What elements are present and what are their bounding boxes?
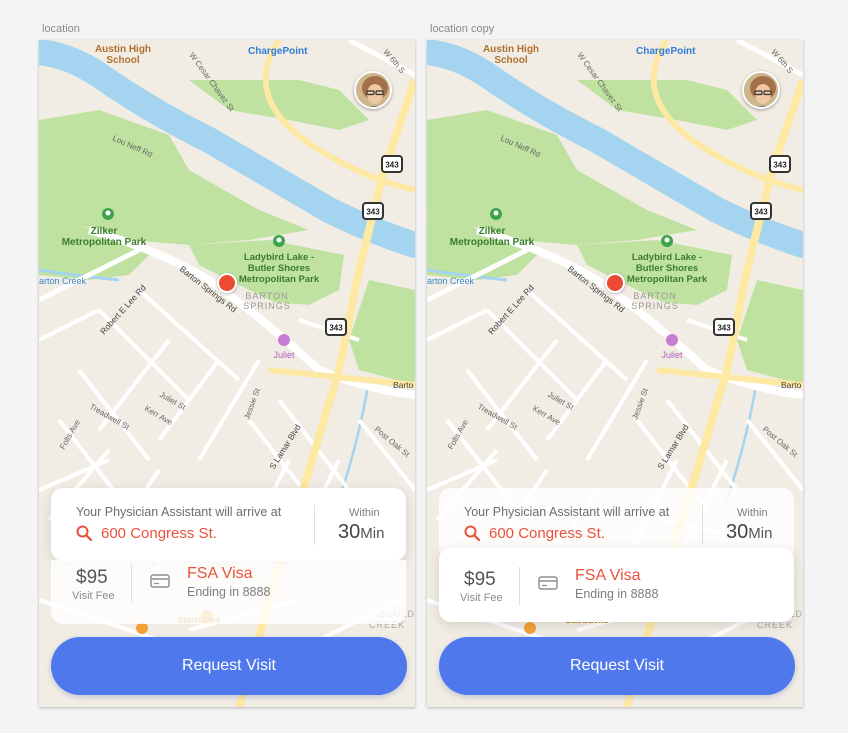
- creek-label: arton Creek: [427, 276, 475, 286]
- payment-method-name: FSA Visa: [187, 565, 253, 582]
- artboard-label-location-copy: location copy: [430, 23, 495, 35]
- payment-method-detail: Ending in 8888: [187, 585, 271, 599]
- arrival-label: Your Physician Assistant will arrive at: [464, 505, 670, 519]
- route-343-shield: 343: [713, 318, 735, 336]
- payment-method-name: FSA Visa: [575, 567, 641, 584]
- chargepoint-label: ChargePoint: [636, 46, 696, 57]
- divider: [702, 505, 703, 545]
- route-shield-label: 343: [329, 324, 343, 333]
- street-label: Barto: [781, 380, 802, 390]
- credit-card-icon: [150, 574, 170, 588]
- payment-card[interactable]: $95 Visit Fee FSA Visa Ending in 8888: [439, 548, 794, 622]
- within-label: Within: [737, 507, 768, 519]
- school-label: Austin High: [483, 44, 539, 55]
- address-field[interactable]: 600 Congress St.: [101, 525, 217, 542]
- restaurant-icon: [524, 622, 536, 634]
- arrival-card: Your Physician Assistant will arrive at …: [51, 488, 406, 561]
- ladybird-label: Metropolitan Park: [627, 274, 708, 285]
- fee-amount: $95: [464, 569, 496, 590]
- location-pin-icon[interactable]: [605, 273, 625, 293]
- cocktail-icon: [666, 334, 678, 346]
- ladybird-label: Ladybird Lake -: [244, 252, 314, 263]
- route-shield-label: 343: [773, 161, 787, 170]
- route-shield-label: 343: [754, 208, 768, 217]
- street-label: Barto: [393, 380, 414, 390]
- ladybird-label: Butler Shores: [636, 263, 698, 274]
- ladybird-label: Metropolitan Park: [239, 274, 320, 285]
- eta-unit: Min: [748, 525, 773, 542]
- address-field[interactable]: 600 Congress St.: [489, 525, 605, 542]
- arrival-label: Your Physician Assistant will arrive at: [76, 505, 282, 519]
- request-visit-button[interactable]: Request Visit: [51, 637, 407, 695]
- route-343-shield: 343: [381, 155, 403, 173]
- route-343-shield: 343: [362, 202, 384, 220]
- ladybird-label: Ladybird Lake -: [632, 252, 702, 263]
- park-tree-icon-crown: [276, 237, 282, 243]
- route-343-shield: 343: [769, 155, 791, 173]
- route-343-shield: 343: [750, 202, 772, 220]
- zilker-label: Metropolitan Park: [62, 237, 147, 248]
- route-shield-label: 343: [366, 208, 380, 217]
- divider: [314, 505, 315, 545]
- credit-card-icon: [538, 576, 558, 590]
- zilker-label: Zilker: [479, 226, 506, 237]
- eta-number: 30: [338, 521, 361, 543]
- district-label: BARTON: [245, 291, 288, 301]
- artboard-location: 343 343 343 Austin High School ChargePoint W C…: [39, 40, 415, 707]
- eta-unit: Min: [360, 525, 385, 542]
- school-label: School: [106, 55, 140, 66]
- eta-number: 30: [726, 521, 749, 543]
- creek-label: arton Creek: [39, 276, 87, 286]
- search-icon: [76, 525, 92, 541]
- school-label: School: [494, 55, 528, 66]
- payment-card[interactable]: $95 Visit Fee FSA Visa Ending in 8888: [51, 560, 406, 624]
- cocktail-icon: [278, 334, 290, 346]
- zilker-label: Metropolitan Park: [450, 237, 535, 248]
- eta-value: 30Min: [726, 521, 772, 544]
- search-icon: [464, 525, 480, 541]
- district-label: BARTON: [633, 291, 676, 301]
- divider: [131, 564, 132, 602]
- juliet-poi-label: Juliet: [661, 350, 683, 360]
- divider: [519, 567, 520, 605]
- artboard-location-copy: 343 343 343 Austin High School ChargePoint W C…: [427, 40, 803, 707]
- district-label: SPRINGS: [631, 301, 679, 311]
- fee-amount: $95: [76, 567, 108, 588]
- artboard-label-location: location: [42, 23, 80, 35]
- user-avatar[interactable]: [354, 71, 392, 109]
- request-visit-button[interactable]: Request Visit: [439, 637, 795, 695]
- location-pin-icon[interactable]: [217, 273, 237, 293]
- route-shield-label: 343: [717, 324, 731, 333]
- zilker-label: Zilker: [91, 226, 118, 237]
- route-shield-label: 343: [385, 161, 399, 170]
- within-label: Within: [349, 507, 380, 519]
- user-avatar[interactable]: [742, 71, 780, 109]
- park-tree-icon-crown: [664, 237, 670, 243]
- park-tree-icon-crown: [105, 210, 111, 216]
- eta-value: 30Min: [338, 521, 384, 544]
- district-label: SPRINGS: [243, 301, 291, 311]
- fee-label: Visit Fee: [72, 590, 115, 602]
- fee-label: Visit Fee: [460, 592, 503, 604]
- route-343-shield: 343: [325, 318, 347, 336]
- school-label: Austin High: [95, 44, 151, 55]
- chargepoint-label: ChargePoint: [248, 46, 308, 57]
- juliet-poi-label: Juliet: [273, 350, 295, 360]
- park-tree-icon-crown: [493, 210, 499, 216]
- payment-method-detail: Ending in 8888: [575, 587, 659, 601]
- ladybird-label: Butler Shores: [248, 263, 310, 274]
